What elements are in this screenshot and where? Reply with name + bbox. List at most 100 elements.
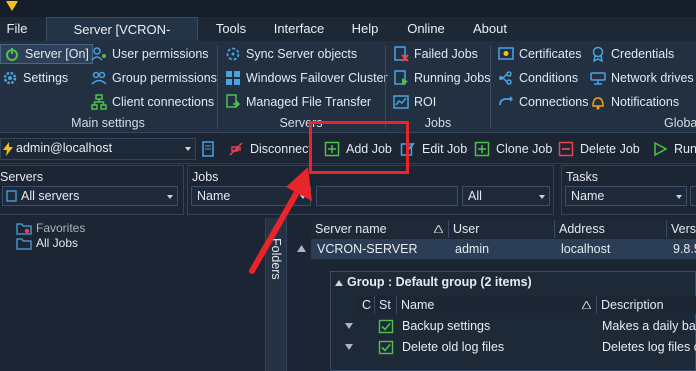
sort-up-icon — [434, 225, 443, 233]
collapse-icon[interactable] — [335, 280, 343, 286]
power-icon — [6, 48, 18, 61]
menu-file[interactable]: File — [0, 17, 34, 41]
client-connections-button[interactable]: Client connections — [91, 92, 214, 112]
network-drives-label: Network drives — [611, 71, 694, 85]
jobs-search-input[interactable] — [316, 186, 458, 206]
clone-job-label: Clone Job — [496, 142, 553, 156]
chevron-down-icon — [676, 195, 682, 199]
menu-online[interactable]: Online — [400, 17, 452, 41]
disconnect-label: Disconnect — [250, 142, 312, 156]
running-jobs-label: Running Jobs — [414, 71, 491, 85]
disconnect-button[interactable]: Disconnect — [228, 138, 312, 160]
connections-button[interactable]: Connections — [498, 92, 589, 112]
run-job-button[interactable]: Run — [652, 138, 696, 160]
conditions-button[interactable]: Conditions — [498, 68, 578, 88]
jobs-field-value: Name — [197, 189, 231, 203]
row-expand-icon[interactable] — [345, 344, 353, 350]
menu-tools[interactable]: Tools — [208, 17, 254, 41]
tasks-search-input[interactable] — [690, 186, 696, 206]
column-header-description[interactable]: Description — [597, 296, 696, 314]
certificate-icon — [498, 47, 514, 60]
job-description: Deletes log files o — [602, 340, 696, 354]
ribbon-separator — [490, 45, 491, 129]
menu-interface[interactable]: Interface — [268, 17, 330, 41]
tree-item-all-jobs[interactable]: All Jobs — [16, 235, 78, 251]
user-permissions-button[interactable]: User permissions — [91, 44, 209, 64]
column-header-c[interactable]: C — [358, 296, 375, 314]
main-settings-group-label: Main settings — [71, 116, 145, 130]
group-title: Group : Default group (2 items) — [347, 275, 532, 289]
tasks-filter-label: Tasks — [566, 170, 598, 184]
tree-item-favorites[interactable]: Favorites — [16, 220, 85, 236]
jobs-scope-combo[interactable]: All — [462, 186, 550, 206]
user-permissions-label: User permissions — [112, 47, 209, 61]
network-icon — [91, 94, 107, 110]
server-on-button[interactable]: Server [On] — [0, 44, 93, 64]
notifications-button[interactable]: Notifications — [590, 92, 679, 112]
tasks-field-combo[interactable]: Name — [565, 186, 687, 206]
menu-help[interactable]: Help — [344, 17, 386, 41]
delete-job-label: Delete Job — [580, 142, 640, 156]
table-row[interactable]: Backup settings Makes a daily bac — [331, 316, 696, 337]
client-connections-label: Client connections — [112, 95, 215, 109]
row-expand-icon[interactable] — [345, 323, 353, 329]
servers-filter-combo[interactable]: All servers — [2, 186, 178, 206]
credentials-label: Credentials — [611, 47, 675, 61]
network-drives-button[interactable]: Network drives — [590, 68, 694, 88]
menu-server[interactable]: Server [VCRON-SERVER] — [46, 17, 198, 61]
delete-icon — [558, 141, 574, 157]
sync-server-objects-label: Sync Server objects — [246, 47, 358, 61]
roi-button[interactable]: ROI — [393, 92, 436, 112]
lightning-icon — [3, 142, 13, 156]
column-header-address[interactable]: Address — [555, 220, 667, 238]
tree-item-all-jobs-label: All Jobs — [36, 236, 79, 250]
notifications-label: Notifications — [611, 95, 680, 109]
server-connection-combo[interactable]: admin@localhost — [0, 138, 196, 160]
table-row[interactable]: Delete old log files Deletes log files o — [331, 337, 696, 358]
sync-server-objects-button[interactable]: Sync Server objects — [225, 44, 357, 64]
network-drive-icon — [590, 72, 606, 85]
column-header-label: Name — [401, 298, 435, 312]
group-permissions-button[interactable]: Group permissions — [91, 68, 217, 88]
column-header-name[interactable]: Name — [397, 296, 597, 314]
server-row-user[interactable]: admin — [449, 239, 555, 259]
column-header-server-name[interactable]: Server name — [311, 220, 449, 238]
file-transfer-icon — [226, 94, 241, 108]
job-group-panel: Group : Default group (2 items) C St Nam… — [330, 271, 696, 371]
column-header-status[interactable]: St — [375, 296, 397, 314]
certificates-button[interactable]: Certificates — [498, 44, 582, 64]
tree-item-favorites-label: Favorites — [36, 221, 86, 235]
running-jobs-button[interactable]: Running Jobs — [393, 68, 490, 88]
settings-button[interactable]: Settings — [2, 68, 68, 88]
windows-failover-cluster-button[interactable]: Windows Failover Cluster — [225, 68, 388, 88]
windows-icon — [226, 71, 240, 85]
failed-jobs-label: Failed Jobs — [414, 47, 478, 61]
column-header-label: C — [362, 298, 372, 312]
roi-label: ROI — [414, 95, 437, 109]
server-row-name[interactable]: VCRON-SERVER — [311, 239, 449, 259]
column-header-label: St — [379, 298, 391, 312]
edit-job-label: Edit Job — [422, 142, 468, 156]
servers-filter-label: Servers — [0, 170, 44, 184]
gear-icon — [3, 71, 17, 85]
server-row-version[interactable]: 9.8.5 — [667, 239, 696, 259]
managed-file-transfer-button[interactable]: Managed File Transfer — [225, 92, 371, 112]
job-enabled-icon — [378, 319, 394, 334]
job-description: Makes a daily bac — [602, 319, 696, 333]
menu-about[interactable]: About — [466, 17, 514, 41]
clone-job-button[interactable]: Clone Job — [474, 138, 552, 160]
server-on-label: Server [On] — [25, 47, 89, 61]
jobs-filter-label: Jobs — [192, 170, 219, 184]
column-header-version[interactable]: Versi — [667, 220, 696, 238]
server-tower-icon[interactable] — [202, 141, 214, 157]
failed-jobs-button[interactable]: Failed Jobs — [393, 44, 478, 64]
column-header-user[interactable]: User — [449, 220, 555, 238]
delete-job-button[interactable]: Delete Job — [558, 138, 640, 160]
job-name: Backup settings — [402, 319, 491, 333]
global-group-label: Globa — [664, 116, 696, 130]
server-row-address[interactable]: localhost — [555, 239, 667, 259]
connections-icon — [499, 96, 513, 106]
edit-job-button[interactable]: Edit Job — [400, 138, 467, 160]
chevron-down-icon — [185, 147, 191, 151]
credentials-button[interactable]: Credentials — [590, 44, 674, 64]
